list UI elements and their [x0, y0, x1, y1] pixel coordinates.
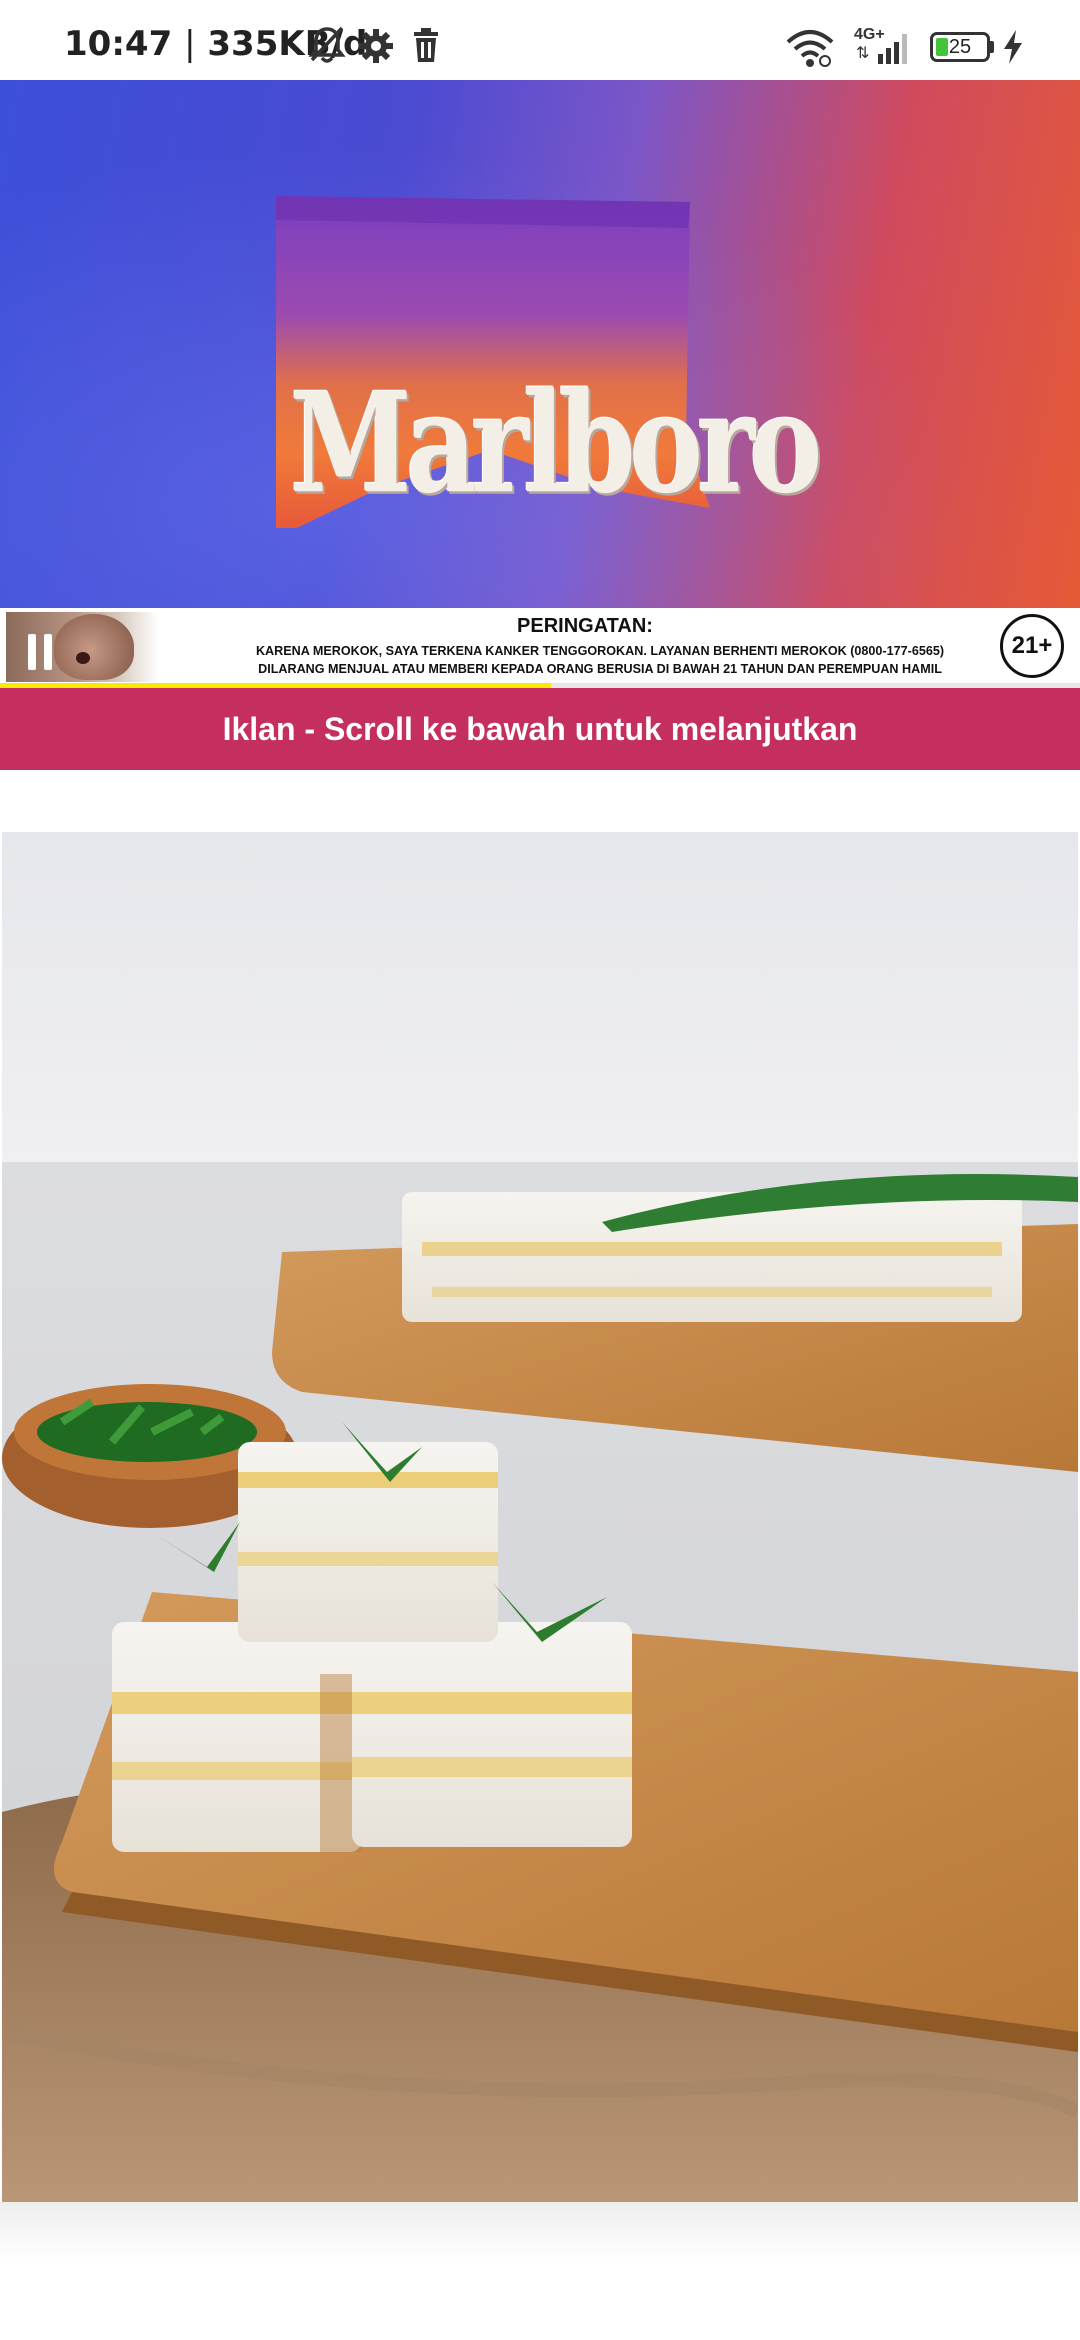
pause-icon-left-bar: [28, 634, 36, 670]
cellular-signal-icon: [878, 34, 907, 64]
age-restriction-badge: 21+: [1000, 614, 1064, 678]
battery-nub: [990, 41, 994, 53]
ad-brand-logo: Marlboro: [290, 362, 822, 524]
battery-icon: 25: [930, 32, 990, 62]
warning-thumbnail-face: [54, 614, 134, 680]
status-divider: |: [184, 24, 196, 64]
status-bar: 10:47 | 335KB/d 4G+ ⇅ 25: [0, 0, 1080, 80]
battery-level: 25: [948, 36, 972, 58]
warning-thumbnail-wound: [76, 652, 90, 664]
wifi-icon: [786, 30, 834, 67]
status-time: 10:47: [64, 24, 173, 64]
trash-icon: [414, 28, 438, 62]
ad-hero-banner[interactable]: Marlboro: [0, 80, 1080, 608]
warning-line-1: KARENA MEROKOK, SAYA TERKENA KANKER TENG…: [255, 644, 945, 658]
ad-scroll-notice[interactable]: Iklan - Scroll ke bawah untuk melanjutka…: [0, 688, 1080, 770]
warning-thumbnail-image: [6, 612, 158, 682]
gear-icon: [359, 29, 393, 63]
pause-icon-right-bar: [44, 634, 52, 670]
data-arrows-icon: ⇅: [856, 43, 870, 62]
warning-title: PERINGATAN:: [517, 615, 653, 637]
health-warning-strip: PERINGATAN: KARENA MEROKOK, SAYA TERKENA…: [0, 608, 1080, 688]
food-photo-illustration: [2, 832, 1078, 2202]
charging-bolt-icon: [1004, 30, 1022, 64]
bell-muted-icon: [308, 26, 346, 63]
warning-line-2: DILARANG MENJUAL ATAU MEMBERI KEPADA ORA…: [258, 662, 942, 676]
food-photo-image: [2, 832, 1078, 2202]
photo-bottom-fade: [0, 2202, 1080, 2262]
